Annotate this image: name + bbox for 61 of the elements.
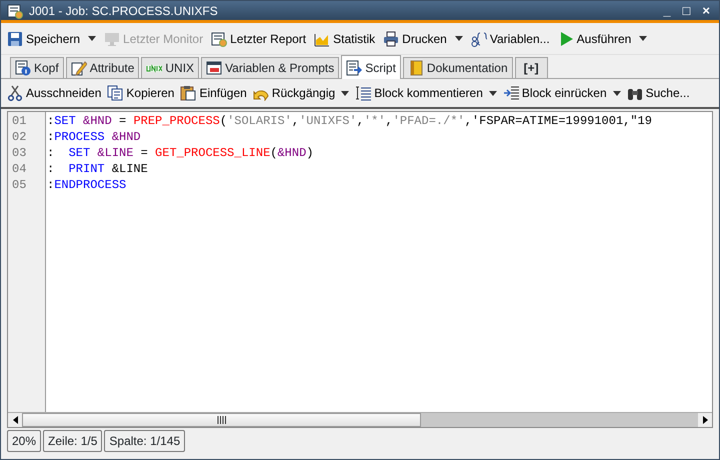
- comment-lines-icon: [355, 85, 372, 101]
- toolbar-button[interactable]: Ausschneiden: [7, 84, 102, 102]
- pencil-icon: [70, 60, 87, 76]
- caret-icon[interactable]: [639, 36, 648, 41]
- caret-icon[interactable]: [488, 90, 497, 96]
- caret-icon[interactable]: [454, 36, 463, 41]
- window-title: J001 - Job: SC.PROCESS.UNIXFS: [29, 2, 219, 20]
- toolbar-button[interactable]: Rückgängig: [252, 84, 336, 102]
- line-number: 03: [11, 145, 28, 161]
- minimize-button[interactable]: _: [660, 4, 674, 17]
- code-line: :ENDPROCESS: [46, 177, 128, 193]
- toolbar-button[interactable]: Variablen...: [470, 30, 550, 48]
- code-line: :SET &HND = PREP_PROCESS('SOLARIS','UNIXFS','*','PFAD=./*','FSPAR=ATIME=19991001,"19: [46, 113, 653, 129]
- tab[interactable]: Script: [341, 55, 401, 79]
- line-number: 04: [11, 161, 28, 177]
- report-icon: [211, 30, 228, 46]
- tab[interactable]: Attribute: [66, 57, 140, 78]
- info-icon: [15, 60, 31, 76]
- tab[interactable]: Dokumentation: [402, 57, 513, 78]
- window-icon: [206, 60, 222, 76]
- line-number: 05: [11, 177, 28, 193]
- toolbar-button[interactable]: Block einrücken: [502, 84, 607, 102]
- toolbar-button[interactable]: Kopieren: [107, 84, 174, 102]
- line-number: 02: [11, 129, 28, 145]
- caret-icon[interactable]: [341, 90, 350, 96]
- maximize-button[interactable]: □: [680, 4, 694, 17]
- tab[interactable]: UNIX: [141, 57, 200, 78]
- toolbar-button[interactable]: Drucken: [383, 30, 447, 48]
- line-indicator: Zeile: 1/5: [43, 430, 102, 452]
- tab[interactable]: [+]: [514, 57, 548, 78]
- indent-icon: [502, 85, 519, 101]
- code-line: : PRINT &LINE: [46, 161, 149, 177]
- code-line: : SET &LINE = GET_PROCESS_LINE(&HND): [46, 145, 314, 161]
- copy-icon: [107, 85, 124, 101]
- script-icon: [346, 60, 362, 76]
- printer-icon: [383, 30, 400, 46]
- book-icon: [408, 60, 424, 76]
- toolbar-button[interactable]: Speichern: [7, 30, 80, 48]
- caret-icon[interactable]: [88, 36, 96, 41]
- caret-icon[interactable]: [612, 90, 621, 96]
- monitor-icon: [104, 30, 120, 46]
- toolbar-button[interactable]: Ausführen: [558, 30, 632, 48]
- scissors-icon: [7, 85, 23, 101]
- zoom-level: 20%: [7, 430, 42, 452]
- line-number: 01: [11, 113, 28, 129]
- code-editor[interactable]: 01 02 03 04 05 :SET &HND = PREP_PROCESS('SOLARIS','UNIXFS','*','PFAD=./*','FSPAR=ATIME=19991001,"19 :PROCESS &HND : SET &LINE = GET_PROCESS_LINE(&HND) : PRINT &LINE :ENDPROCESS: [7, 111, 713, 428]
- toolbar-button[interactable]: Statistik: [314, 30, 376, 48]
- left-arrow-icon: [12, 416, 18, 424]
- right-arrow-icon: [702, 416, 708, 424]
- code-line: :PROCESS &HND: [46, 129, 142, 145]
- tab[interactable]: Kopf: [10, 57, 64, 78]
- toolbar-button[interactable]: Block kommentieren: [355, 84, 483, 102]
- clipboard-icon: [180, 85, 196, 101]
- close-button[interactable]: ×: [699, 4, 713, 17]
- scrollbar-thumb[interactable]: [22, 413, 421, 427]
- toolbar-button[interactable]: Einfügen: [180, 84, 247, 102]
- tab[interactable]: Variablen & Prompts: [201, 57, 340, 78]
- column-indicator: Spalte: 1/145: [104, 430, 186, 452]
- toolbar-button[interactable]: Letzter Report: [211, 30, 306, 48]
- toolbar-button[interactable]: Suche...: [626, 84, 690, 102]
- report-icon: [7, 2, 23, 18]
